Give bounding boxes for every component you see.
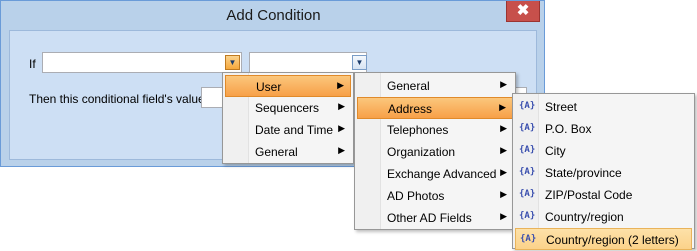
menu-item-label: Organization xyxy=(387,145,456,159)
chevron-right-icon: ▶ xyxy=(500,145,507,155)
menu-item-label: Other AD Fields xyxy=(387,211,472,225)
field-icon: {A} xyxy=(519,145,536,155)
menu-item-user[interactable]: User ▶ xyxy=(225,75,351,97)
menu-item-label: ZIP/Postal Code xyxy=(545,188,633,202)
menu-item-organization[interactable]: Organization ▶ xyxy=(357,141,513,163)
menu-item-label: Date and Time xyxy=(255,123,334,137)
menu-item-zip-postal-code[interactable]: {A} ZIP/Postal Code xyxy=(515,184,692,206)
menu-item-label: State/province xyxy=(545,166,622,180)
operator-dropdown-button[interactable]: ▼ xyxy=(352,55,367,70)
field-icon: {A} xyxy=(520,234,537,244)
chevron-right-icon: ▶ xyxy=(500,123,507,133)
menu-item-sequencers[interactable]: Sequencers ▶ xyxy=(225,97,351,119)
menu-item-label: User xyxy=(256,80,282,94)
menu-item-po-box[interactable]: {A} P.O. Box xyxy=(515,118,692,140)
menu-item-city[interactable]: {A} City xyxy=(515,140,692,162)
menu-item-state-province[interactable]: {A} State/province xyxy=(515,162,692,184)
chevron-right-icon: ▶ xyxy=(500,211,507,221)
dialog-title: Add Condition xyxy=(226,7,321,24)
menu-item-label: Country/region xyxy=(545,210,624,224)
menu-item-label: Country/region (2 letters) xyxy=(546,233,679,247)
menu-item-label: Sequencers xyxy=(255,101,320,115)
menu-item-date-and-time[interactable]: Date and Time ▶ xyxy=(225,119,351,141)
field-icon: {A} xyxy=(519,189,536,199)
operator-select[interactable] xyxy=(249,52,367,73)
if-field-dropdown-button[interactable]: ▼ xyxy=(225,55,240,70)
menu-item-label: General xyxy=(387,79,430,93)
field-icon: {A} xyxy=(519,123,536,133)
then-value-label: Then this conditional field's value is xyxy=(29,92,217,106)
field-category-menu: User ▶ Sequencers ▶ Date and Time ▶ Gene… xyxy=(222,72,354,164)
menu-item-label: P.O. Box xyxy=(545,122,592,136)
chevron-right-icon: ▶ xyxy=(500,79,507,89)
chevron-right-icon: ▶ xyxy=(338,123,345,133)
chevron-down-icon: ▼ xyxy=(228,58,237,67)
menu-item-label: Address xyxy=(388,102,433,116)
menu-item-label: AD Photos xyxy=(387,189,445,203)
menu-item-country-region[interactable]: {A} Country/region xyxy=(515,206,692,228)
chevron-right-icon: ▶ xyxy=(500,167,507,177)
menu-item-exchange-advanced[interactable]: Exchange Advanced ▶ xyxy=(357,163,513,185)
menu-item-general[interactable]: General ▶ xyxy=(225,141,351,163)
menu-item-label: City xyxy=(545,144,566,158)
field-icon: {A} xyxy=(519,167,536,177)
chevron-down-icon: ▼ xyxy=(355,58,364,67)
menu-item-ad-photos[interactable]: AD Photos ▶ xyxy=(357,185,513,207)
menu-item-label: General xyxy=(255,145,298,159)
field-icon: {A} xyxy=(519,101,536,111)
chevron-right-icon: ▶ xyxy=(338,145,345,155)
menu-item-telephones[interactable]: Telephones ▶ xyxy=(357,119,513,141)
menu-item-country-region-2-letters[interactable]: {A} Country/region (2 letters) xyxy=(515,228,692,250)
chevron-right-icon: ▶ xyxy=(500,189,507,199)
if-label: If xyxy=(29,57,36,71)
chevron-right-icon: ▶ xyxy=(499,102,506,112)
menu-item-label: Street xyxy=(545,100,578,114)
chevron-right-icon: ▶ xyxy=(338,101,345,111)
menu-item-street[interactable]: {A} Street xyxy=(515,96,692,118)
menu-item-label: Exchange Advanced xyxy=(387,167,497,181)
menu-item-address[interactable]: Address ▶ xyxy=(357,97,513,119)
address-submenu: {A} Street {A} P.O. Box {A} City {A} Sta… xyxy=(512,93,695,250)
menu-item-general[interactable]: General ▶ xyxy=(357,75,513,97)
menu-item-other-ad-fields[interactable]: Other AD Fields ▶ xyxy=(357,207,513,229)
close-button[interactable]: ✖ xyxy=(506,1,540,22)
field-icon: {A} xyxy=(519,211,536,221)
user-submenu: General ▶ Address ▶ Telephones ▶ Organiz… xyxy=(354,72,516,230)
if-field-input[interactable] xyxy=(42,52,242,73)
chevron-right-icon: ▶ xyxy=(337,80,344,90)
menu-item-label: Telephones xyxy=(387,123,449,137)
